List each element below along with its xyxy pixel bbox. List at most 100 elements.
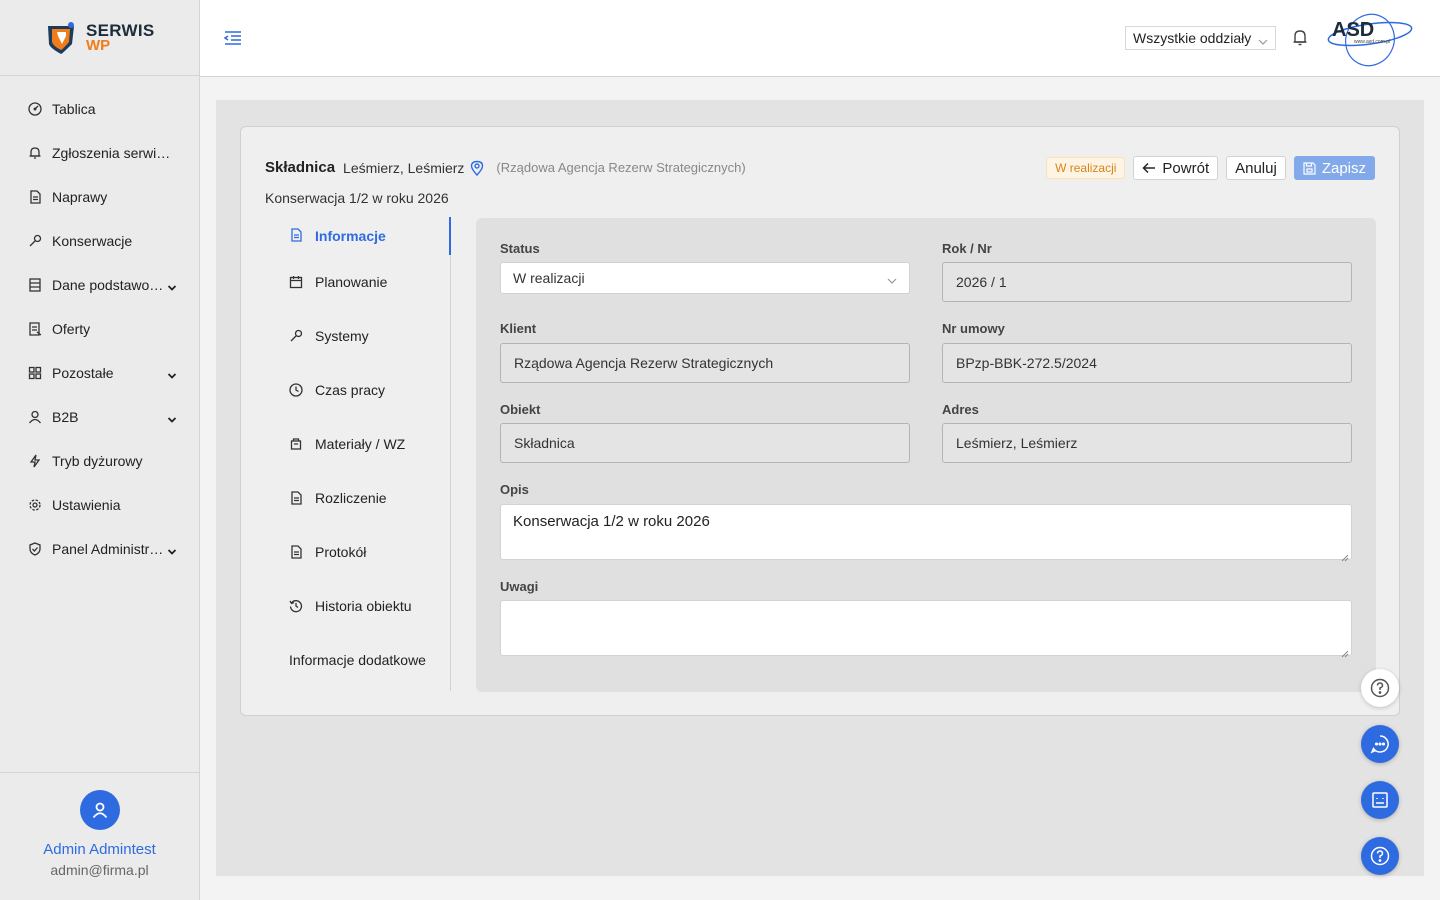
app-logo[interactable]: SERWIS WP (0, 0, 199, 76)
document-icon (28, 190, 42, 204)
document-icon (289, 228, 303, 242)
sidebar-item-panel-administratora[interactable]: Panel Administratora (0, 527, 199, 571)
adres-field: Leśmierz, Leśmierz (942, 423, 1352, 463)
branch-select[interactable]: Wszystkie oddziały (1125, 26, 1276, 50)
map-pin-icon[interactable] (470, 160, 484, 176)
record-header: Składnica Leśmierz, Leśmierz (Rządowa Ag… (265, 159, 746, 176)
tab-label: Historia obiektu (315, 598, 412, 614)
opis-textarea[interactable]: Konserwacja 1/2 w roku 2026 (500, 504, 1352, 562)
sidebar-item-label: Zgłoszenia serwisowe (52, 145, 177, 161)
chevron-down-icon (167, 412, 177, 423)
rok-nr-value: 2026 / 1 (956, 274, 1007, 290)
branch-select-value: Wszystkie oddziały (1133, 30, 1252, 46)
tab-planowanie[interactable]: Planowanie (265, 255, 450, 309)
sidebar-item-label: Dane podstawowe (52, 277, 167, 293)
sidebar-item-tablica[interactable]: Tablica (0, 87, 199, 131)
sidebar-item-label: Tryb dyżurowy (52, 453, 143, 469)
user-panel: Admin Admintest admin@firma.pl (0, 772, 199, 900)
resize-grip-icon[interactable] (1341, 645, 1349, 658)
sidebar-item-dane-podstawowe[interactable]: Dane podstawowe (0, 263, 199, 307)
status-select[interactable]: W realizacji (500, 262, 910, 294)
save-button-label: Zapisz (1321, 159, 1366, 177)
sidebar-item-naprawy[interactable]: Naprawy (0, 175, 199, 219)
status-select-value: W realizacji (513, 270, 585, 286)
chat-fab[interactable] (1361, 725, 1399, 763)
user-email: admin@firma.pl (50, 862, 149, 878)
tab-historia-obiektu[interactable]: Historia obiektu (265, 579, 450, 633)
avatar[interactable] (79, 790, 120, 830)
tab-label: Materiały / WZ (315, 436, 406, 452)
tab-czas-pracy[interactable]: Czas pracy (265, 363, 450, 417)
uwagi-textarea[interactable] (500, 600, 1352, 658)
wrench-icon (28, 234, 42, 248)
menu-toggle-button[interactable] (223, 30, 242, 46)
sidebar-item-label: Oferty (52, 321, 91, 337)
sidebar-item-b2b[interactable]: B2B (0, 395, 199, 439)
save-icon (1303, 161, 1316, 175)
tab-systemy[interactable]: Systemy (265, 309, 450, 363)
dashboard-icon (28, 102, 42, 116)
tab-label: Planowanie (315, 274, 388, 290)
gear-icon (28, 498, 42, 512)
nr-umowy-value: BPzp-BBK-272.5/2024 (956, 355, 1097, 371)
resize-grip-icon[interactable] (1341, 549, 1349, 562)
maintenance-card: Składnica Leśmierz, Leśmierz (Rządowa Ag… (240, 126, 1400, 716)
info-form: Status W realizacji Rok / Nr 2026 / 1 Kl… (476, 218, 1376, 692)
top-header: Wszystkie oddziały ASD www.asd.com.pl (200, 0, 1440, 77)
sidebar-nav: Tablica Zgłoszenia serwisowe Naprawy Kon… (0, 76, 199, 571)
chevron-down-icon (887, 273, 897, 284)
object-client: (Rządowa Agencja Rezerw Strategicznych) (496, 160, 746, 175)
tab-informacje-dodatkowe[interactable]: Informacje dodatkowe (265, 633, 450, 687)
tab-label: Systemy (315, 328, 369, 344)
record-subtitle: Konserwacja 1/2 w roku 2026 (265, 190, 449, 206)
sidebar-item-label: Panel Administratora (52, 541, 167, 557)
object-name: Składnica (265, 159, 336, 176)
grid-icon (28, 366, 42, 380)
klient-label: Klient (500, 321, 537, 336)
cancel-button[interactable]: Anuluj (1226, 156, 1286, 180)
sidebar-item-oferty[interactable]: Oferty (0, 307, 199, 351)
obiekt-value: Składnica (514, 435, 575, 451)
offer-icon (28, 322, 42, 336)
document-icon (289, 545, 303, 559)
lightning-icon (28, 454, 42, 468)
sidebar: SERWIS WP Tablica Zgłoszenia serwisowe N… (0, 0, 200, 900)
record-actions: W realizacji Powrót Anuluj Zapisz (1046, 156, 1375, 180)
user-name: Admin Admintest (43, 841, 156, 858)
assistant-fab[interactable] (1361, 781, 1399, 819)
obiekt-label: Obiekt (500, 402, 541, 417)
sidebar-item-label: B2B (52, 409, 79, 425)
sidebar-item-ustawienia[interactable]: Ustawienia (0, 483, 199, 527)
help-fab[interactable] (1361, 669, 1399, 707)
tab-materialy-wz[interactable]: Materiały / WZ (265, 417, 450, 471)
user-icon (92, 802, 107, 819)
tab-rozliczenie[interactable]: Rozliczenie (265, 471, 450, 525)
notifications-button[interactable] (1292, 29, 1308, 47)
back-button[interactable]: Powrót (1133, 156, 1219, 180)
logo-line2: WP (86, 36, 111, 54)
save-button[interactable]: Zapisz (1293, 156, 1375, 180)
sidebar-item-zgloszenia[interactable]: Zgłoszenia serwisowe (0, 131, 199, 175)
tab-protokol[interactable]: Protokół (265, 525, 450, 579)
rok-nr-field: 2026 / 1 (942, 262, 1352, 302)
database-icon (28, 278, 42, 292)
support-fab[interactable] (1361, 837, 1399, 875)
sidebar-item-tryb-dyzurowy[interactable]: Tryb dyżurowy (0, 439, 199, 483)
partner-logo: ASD www.asd.com.pl (1324, 10, 1416, 68)
chevron-down-icon (167, 368, 177, 379)
tab-label: Informacje (315, 228, 386, 244)
tab-label: Czas pracy (315, 382, 386, 398)
bell-icon (1293, 30, 1307, 46)
klient-field: Rządowa Agencja Rezerw Strategicznych (500, 343, 910, 383)
partner-logo-text: ASD (1332, 19, 1374, 41)
arrow-left-icon (1142, 162, 1156, 174)
opis-label: Opis (500, 482, 529, 497)
tab-informacje[interactable]: Informacje (265, 217, 451, 255)
tab-label: Rozliczenie (315, 490, 387, 506)
sidebar-item-label: Tablica (52, 101, 96, 117)
sidebar-item-label: Ustawienia (52, 497, 121, 513)
menu-fold-icon (223, 31, 241, 45)
sidebar-item-konserwacje[interactable]: Konserwacje (0, 219, 199, 263)
nr-umowy-label: Nr umowy (942, 321, 1005, 336)
sidebar-item-pozostale[interactable]: Pozostałe (0, 351, 199, 395)
